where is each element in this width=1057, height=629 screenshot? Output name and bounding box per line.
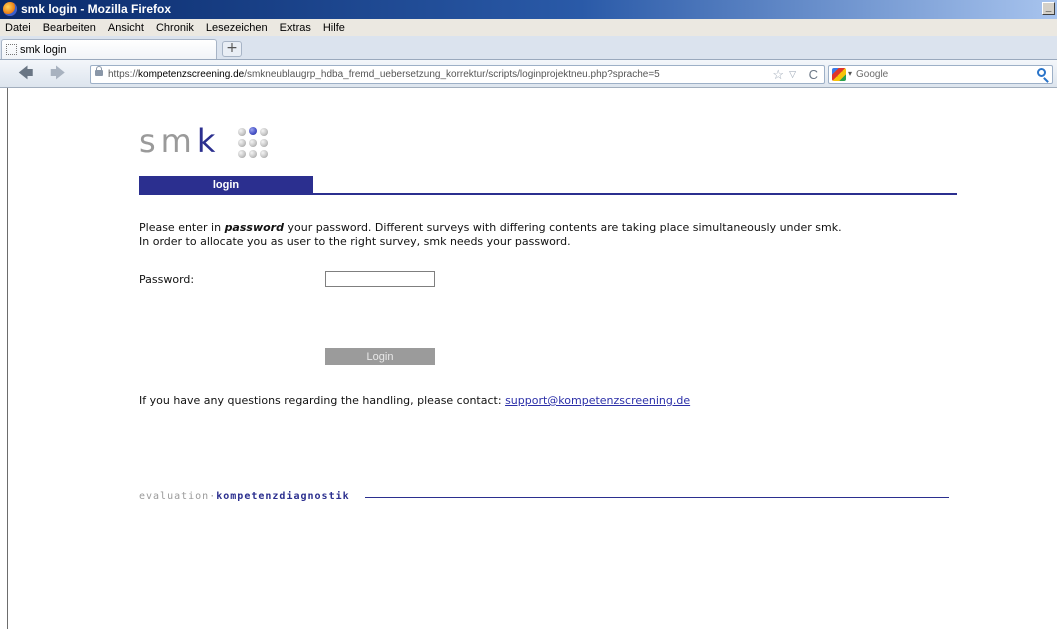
url-bar[interactable]: https://kompetenzscreening.de/smkneublau… xyxy=(90,65,825,84)
search-icon[interactable] xyxy=(1037,68,1046,77)
menu-hilfe[interactable]: Hilfe xyxy=(323,22,345,34)
page-viewport: smk smk login Please enter in password y… xyxy=(7,88,1057,629)
logo-dot-blue xyxy=(249,127,257,135)
lock-icon xyxy=(95,66,103,76)
footer-text: evaluation·kompetenzdiagnostik xyxy=(139,491,350,502)
footer-kompetenzdiagnostik: kompetenzdiagnostik xyxy=(216,491,350,502)
menu-datei[interactable]: Datei xyxy=(5,22,31,34)
contact-text: If you have any questions regarding the … xyxy=(139,394,690,407)
page-favicon-icon xyxy=(6,44,17,55)
tab-smk-login[interactable]: smk login xyxy=(1,39,217,59)
engine-dropdown-icon[interactable]: ▾ xyxy=(848,69,852,78)
smk-logo: smk smk xyxy=(139,108,299,168)
reload-icon[interactable]: C xyxy=(809,67,818,82)
search-bar[interactable]: ▾ Google xyxy=(828,65,1053,84)
bookmark-star-icon[interactable]: ☆ xyxy=(772,67,784,83)
logo-dot xyxy=(249,150,257,158)
support-email-link[interactable]: support@kompetenzscreening.de xyxy=(505,394,690,407)
menu-ansicht[interactable]: Ansicht xyxy=(108,22,144,34)
logo-dot xyxy=(260,150,268,158)
logo-dot xyxy=(238,150,246,158)
intro-line-1-start: Please enter in xyxy=(139,221,225,234)
password-field[interactable] xyxy=(325,271,435,287)
menu-chronik[interactable]: Chronik xyxy=(156,22,194,34)
new-tab-button[interactable]: + xyxy=(222,41,242,57)
footer: evaluation·kompetenzdiagnostik xyxy=(139,491,949,505)
window-title: smk login - Mozilla Firefox xyxy=(21,2,172,16)
intro-line-1-end: your password. Different surveys with di… xyxy=(283,221,842,234)
login-button[interactable]: Login xyxy=(325,348,435,365)
password-label: Password: xyxy=(139,273,195,286)
navigation-bar: 🡄 🡆 https://kompetenzscreening.de/smkneu… xyxy=(0,60,1057,88)
url-path: /smkneublaugrp_hdba_fremd_uebersetzung_k… xyxy=(244,69,660,80)
menu-bar: Datei Bearbeiten Ansicht Chronik Lesezei… xyxy=(0,19,1057,36)
tab-title: smk login xyxy=(20,44,67,56)
intro-line-1: Please enter in password your password. … xyxy=(139,221,939,235)
window-title-bar: smk login - Mozilla Firefox _ xyxy=(0,0,1057,19)
url-text: https://kompetenzscreening.de/smkneublau… xyxy=(108,69,660,80)
menu-extras[interactable]: Extras xyxy=(280,22,311,34)
logo-text: smk xyxy=(139,122,221,160)
url-prefix: https:// xyxy=(108,69,139,80)
forward-arrow-icon[interactable]: 🡆 xyxy=(50,66,66,81)
url-domain: kompetenzscreening.de xyxy=(138,69,245,80)
logo-dot xyxy=(260,139,268,147)
firefox-icon xyxy=(3,2,17,16)
menu-lesezeichen[interactable]: Lesezeichen xyxy=(206,22,268,34)
logo-dot xyxy=(238,128,246,136)
logo-dot xyxy=(238,139,246,147)
intro-text: Please enter in password your password. … xyxy=(139,221,939,249)
intro-emphasis: password xyxy=(224,221,284,234)
back-arrow-icon[interactable]: 🡄 xyxy=(18,66,34,81)
tab-strip: smk login + xyxy=(0,36,1057,60)
minimize-icon[interactable]: _ xyxy=(1042,2,1055,15)
tab-login[interactable]: login xyxy=(139,176,313,195)
menu-bearbeiten[interactable]: Bearbeiten xyxy=(43,22,96,34)
logo-dot xyxy=(249,139,257,147)
intro-line-2: In order to allocate you as user to the … xyxy=(139,235,571,248)
google-icon[interactable] xyxy=(832,68,846,81)
contact-label: If you have any questions regarding the … xyxy=(139,394,506,407)
history-dropdown-icon[interactable]: ▽ xyxy=(789,69,796,80)
footer-divider xyxy=(365,497,949,498)
search-placeholder: Google xyxy=(856,69,889,80)
logo-dot xyxy=(260,128,268,136)
footer-evaluation: evaluation· xyxy=(139,491,217,502)
